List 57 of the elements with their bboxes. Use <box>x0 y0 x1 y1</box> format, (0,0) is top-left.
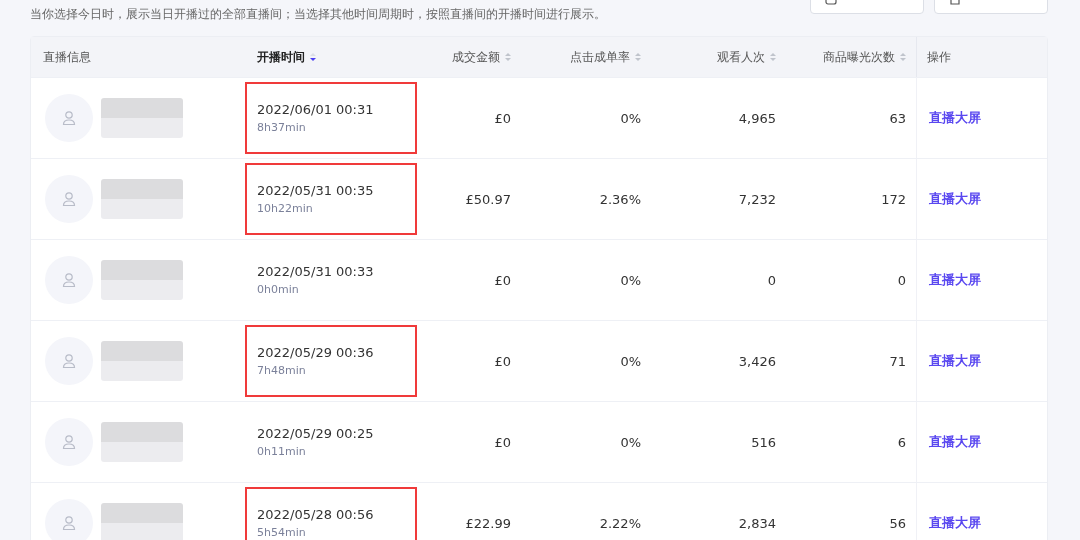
table-cell: 2.22% <box>599 515 641 531</box>
duration-text: 0h11min <box>257 445 307 458</box>
person-icon <box>62 191 76 207</box>
person-icon <box>62 515 76 531</box>
live-screen-link[interactable]: 直播大屏 <box>929 190 981 208</box>
table-cell: 172 <box>881 191 906 207</box>
table-cell: 0% <box>620 272 641 288</box>
table-cell: 63 <box>889 110 906 126</box>
table-cell: 2.36% <box>599 191 641 207</box>
duration-text: 0h0min <box>257 283 300 296</box>
person-icon <box>62 434 76 450</box>
start-time: 2022/05/29 00:36 <box>257 345 375 360</box>
table-cell: 0% <box>620 434 641 450</box>
column-header: 点击成单率 <box>570 48 630 66</box>
start-time: 2022/06/01 00:31 <box>257 102 375 117</box>
duration-text: 8h37min <box>257 121 307 134</box>
column-header: 成交金额 <box>452 48 500 66</box>
table-cell: 0% <box>620 110 641 126</box>
duration-text: 5h54min <box>257 526 307 539</box>
table-cell: £22.99 <box>465 515 511 531</box>
table-cell: 6 <box>897 434 906 450</box>
column-header: 直播信息 <box>43 48 91 66</box>
table-cell: 3,426 <box>738 353 776 369</box>
start-time: 2022/05/29 00:25 <box>257 426 375 441</box>
live-screen-link[interactable]: 直播大屏 <box>929 352 981 370</box>
person-icon <box>62 353 76 369</box>
table-cell: 0% <box>620 353 641 369</box>
table-cell: £0 <box>494 272 511 288</box>
live-screen-link[interactable]: 直播大屏 <box>929 514 981 532</box>
table-cell: £0 <box>494 110 511 126</box>
table-cell: 7,232 <box>738 191 776 207</box>
table-cell: £0 <box>494 353 511 369</box>
column-header: 开播时间 <box>257 48 305 66</box>
table-cell: 4,965 <box>738 110 776 126</box>
column-header: 商品曝光次数 <box>823 48 895 66</box>
start-time: 2022/05/31 00:33 <box>257 264 375 279</box>
start-time: 2022/05/31 00:35 <box>257 183 375 198</box>
notice-text: 当你选择今日时，展示当日开播过的全部直播间；当选择其他时间周期时，按照直播间的开播时间进行展示。 <box>30 6 606 23</box>
duration-text: 10h22min <box>257 202 314 215</box>
column-header: 操作 <box>927 48 951 66</box>
table-cell: 71 <box>889 353 906 369</box>
column-header: 观看人次 <box>717 48 765 66</box>
live-screen-link[interactable]: 直播大屏 <box>929 109 981 127</box>
table-cell: £50.97 <box>465 191 511 207</box>
person-icon <box>62 272 76 288</box>
live-screen-link[interactable]: 直播大屏 <box>929 433 981 451</box>
table-cell: 56 <box>889 515 906 531</box>
duration-text: 7h48min <box>257 364 307 377</box>
table-cell: 2,834 <box>738 515 776 531</box>
table-cell: 0 <box>897 272 906 288</box>
table-cell: 0 <box>767 272 776 288</box>
start-time: 2022/05/28 00:56 <box>257 507 375 522</box>
table-cell: 516 <box>751 434 776 450</box>
live-screen-link[interactable]: 直播大屏 <box>929 271 981 289</box>
sort-icon[interactable] <box>310 52 316 62</box>
person-icon <box>62 110 76 126</box>
table-cell: £0 <box>494 434 511 450</box>
